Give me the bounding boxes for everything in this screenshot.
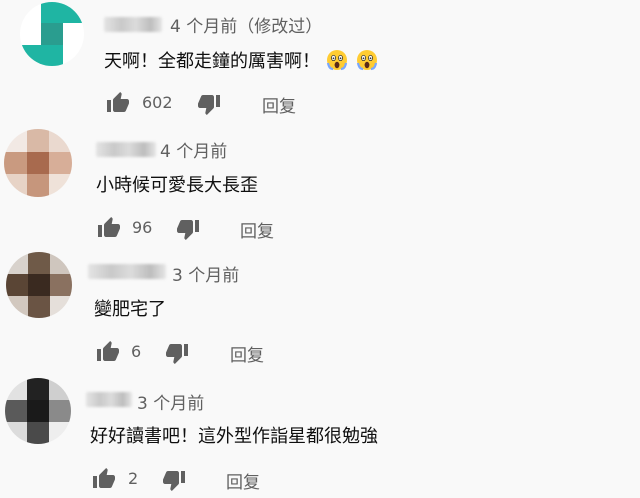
- avatar-pixel: [4, 174, 27, 197]
- avatar-pixel: [6, 252, 28, 274]
- comment: 3 个月前 變肥宅了 6 回复: [0, 250, 640, 375]
- reply-button[interactable]: 回复: [262, 92, 296, 117]
- comment-text: 變肥宅了: [94, 299, 166, 320]
- comment-timestamp[interactable]: 4 个月前: [160, 137, 227, 162]
- thumbs-down-icon[interactable]: [162, 468, 186, 492]
- thumbs-down-icon[interactable]: [165, 341, 189, 365]
- like-count: 6: [131, 342, 142, 361]
- avatar-pixel: [50, 274, 72, 296]
- comment-text-body: 天啊！全都走鐘的厲害啊！: [104, 51, 320, 72]
- avatar-pixel: [28, 274, 50, 296]
- avatar-pixel: [49, 400, 71, 422]
- comment-timestamp[interactable]: 3 个月前: [137, 389, 204, 414]
- thumbs-up-icon[interactable]: [97, 216, 121, 240]
- avatar-pixel: [62, 44, 84, 66]
- avatar-pixel: [41, 44, 63, 66]
- avatar-pixel: [49, 378, 71, 400]
- thumbs-down-icon[interactable]: [176, 217, 200, 241]
- comment: 4 个月前 小時候可愛長大長歪 96 回复: [0, 125, 640, 250]
- avatar-pixel: [50, 252, 72, 274]
- avatar-pixel: [49, 151, 72, 175]
- avatar-pixel: [4, 129, 27, 152]
- like-count: 602: [142, 93, 173, 112]
- reply-button[interactable]: 回复: [226, 468, 260, 493]
- avatar-pixel: [20, 44, 42, 66]
- comment: 3 个月前 好好讀書吧！這外型作詣星都很勉強 2 回复: [0, 375, 640, 498]
- comment: 4 个月前（修改过） 天啊！全都走鐘的厲害啊！ 602 回复: [0, 0, 640, 125]
- avatar-pixel: [62, 23, 84, 45]
- avatar-pixel: [6, 296, 28, 318]
- avatar-pixel: [49, 174, 72, 197]
- avatar-pixel: [27, 422, 49, 444]
- thumbs-up-icon[interactable]: [92, 467, 116, 491]
- avatar-pixel: [50, 296, 72, 318]
- avatar[interactable]: [4, 129, 72, 197]
- comment-text: 小時候可愛長大長歪: [96, 175, 258, 196]
- avatar-pixel: [49, 129, 72, 152]
- avatar-pixel: [41, 2, 63, 24]
- avatar-pixel: [27, 378, 49, 400]
- avatar-pixel: [26, 129, 50, 152]
- avatar-pixel: [20, 2, 42, 24]
- avatar-pixel: [41, 23, 63, 45]
- avatar-pixel: [62, 2, 84, 24]
- reply-button[interactable]: 回复: [240, 217, 274, 242]
- avatar-pixel: [28, 296, 50, 318]
- comment-timestamp[interactable]: 4 个月前（修改过）: [170, 12, 322, 37]
- avatar-pixel: [28, 252, 50, 274]
- like-count: 2: [128, 469, 139, 488]
- avatar-pixel: [5, 378, 27, 400]
- author-name[interactable]: [88, 264, 166, 279]
- comment-text: 天啊！全都走鐘的厲害啊！: [104, 47, 378, 73]
- reply-button[interactable]: 回复: [230, 341, 264, 366]
- thumbs-up-icon[interactable]: [96, 340, 120, 364]
- thumbs-down-icon[interactable]: [197, 92, 221, 116]
- comment-timestamp[interactable]: 3 个月前: [172, 261, 239, 286]
- like-count: 96: [132, 218, 153, 237]
- avatar-pixel: [20, 23, 42, 45]
- avatar[interactable]: [20, 2, 84, 66]
- avatar-pixel: [27, 400, 49, 422]
- avatar[interactable]: [5, 378, 71, 444]
- author-name[interactable]: [86, 392, 132, 407]
- author-name[interactable]: [96, 142, 156, 157]
- comment-text: 好好讀書吧！這外型作詣星都很勉強: [90, 426, 378, 447]
- thumbs-up-icon[interactable]: [106, 91, 130, 115]
- author-name[interactable]: [104, 17, 162, 32]
- avatar-pixel: [49, 422, 71, 444]
- scream-emoji-icon: [356, 50, 378, 71]
- avatar[interactable]: [6, 252, 72, 318]
- avatar-pixel: [26, 151, 50, 175]
- avatar-pixel: [5, 400, 27, 422]
- scream-emoji-icon: [326, 50, 348, 71]
- avatar-pixel: [6, 274, 28, 296]
- avatar-pixel: [26, 174, 50, 197]
- avatar-pixel: [4, 151, 27, 175]
- avatar-pixel: [5, 422, 27, 444]
